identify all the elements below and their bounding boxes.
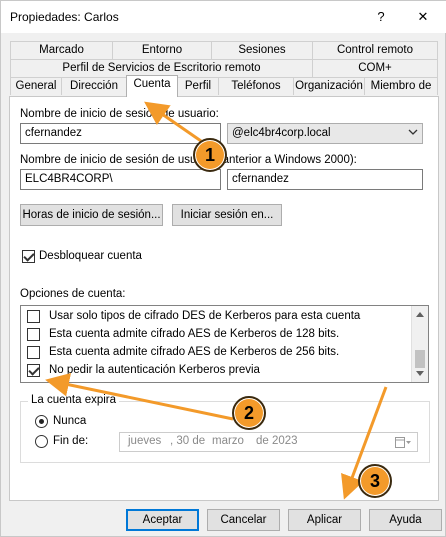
tab-com-plus[interactable]: COM+ bbox=[312, 59, 438, 77]
chevron-down-icon bbox=[408, 129, 418, 135]
logon-name-label: Nombre de inicio de sesión de usuario: bbox=[20, 108, 219, 120]
apply-button[interactable]: Aplicar bbox=[288, 509, 361, 531]
domain-select-value: @elc4br4corp.local bbox=[232, 127, 331, 139]
option-checkbox[interactable] bbox=[27, 328, 40, 341]
logon-to-button[interactable]: Iniciar sesión en... bbox=[172, 204, 282, 226]
option-label: Esta cuenta admite cifrado AES de Kerber… bbox=[49, 328, 340, 340]
pre2000-domain-field: ELC4BR4CORP\ bbox=[20, 169, 221, 190]
option-label: Esta cuenta admite cifrado AES de Kerber… bbox=[49, 346, 340, 358]
pre2000-label: Nombre de inicio de sesión de usuario (a… bbox=[20, 154, 357, 166]
account-options-list[interactable]: Usar solo tipos de cifrado DES de Kerber… bbox=[20, 305, 429, 383]
window-title: Propiedades: Carlos bbox=[10, 10, 119, 24]
expires-end-label: Fin de: bbox=[53, 435, 89, 447]
options-scrollbar[interactable] bbox=[411, 306, 428, 382]
annotation-badge-2: 2 bbox=[232, 396, 266, 430]
list-item[interactable]: Usar solo tipos de cifrado DES de Kerber… bbox=[21, 308, 411, 326]
account-options-label: Opciones de cuenta: bbox=[20, 288, 126, 300]
properties-dialog: Propiedades: Carlos ? ✕ Marcado Entorno … bbox=[0, 0, 446, 537]
date-year: de 2023 bbox=[256, 435, 298, 447]
tab-miembro-de[interactable]: Miembro de bbox=[364, 77, 438, 95]
tab-control-remoto[interactable]: Control remoto bbox=[312, 41, 438, 59]
option-label: No pedir la autenticación Kerberos previ… bbox=[49, 364, 260, 376]
option-checkbox[interactable] bbox=[27, 364, 40, 377]
help-button[interactable]: Ayuda bbox=[369, 509, 442, 531]
option-checkbox[interactable] bbox=[27, 310, 40, 323]
calendar-icon[interactable] bbox=[395, 436, 411, 449]
domain-select[interactable]: @elc4br4corp.local bbox=[227, 123, 423, 144]
annotation-badge-3: 3 bbox=[358, 464, 392, 498]
tab-marcado[interactable]: Marcado bbox=[10, 41, 113, 59]
accept-button[interactable]: Aceptar bbox=[126, 509, 199, 531]
list-item[interactable]: No pedir la autenticación Kerberos previ… bbox=[21, 362, 411, 380]
list-item[interactable]: Esta cuenta admite cifrado AES de Kerber… bbox=[21, 344, 411, 362]
scroll-down-icon[interactable] bbox=[416, 371, 424, 376]
tab-sesiones[interactable]: Sesiones bbox=[211, 41, 313, 59]
tab-cuenta[interactable]: Cuenta bbox=[126, 75, 178, 97]
logon-hours-button[interactable]: Horas de inicio de sesión... bbox=[20, 204, 163, 226]
date-month: marzo bbox=[212, 435, 244, 447]
unlock-account-label: Desbloquear cuenta bbox=[39, 250, 142, 262]
date-weekday: jueves bbox=[128, 435, 162, 447]
close-icon[interactable]: ✕ bbox=[407, 3, 439, 31]
expires-never-label: Nunca bbox=[53, 415, 87, 427]
annotation-badge-1: 1 bbox=[193, 138, 227, 172]
account-expires-title: La cuenta expira bbox=[28, 394, 120, 406]
list-item[interactable]: Esta cuenta admite cifrado AES de Kerber… bbox=[21, 326, 411, 344]
title-bar: Propiedades: Carlos ? ✕ bbox=[1, 1, 446, 33]
option-label: Usar solo tipos de cifrado DES de Kerber… bbox=[49, 310, 361, 322]
scroll-up-icon[interactable] bbox=[416, 312, 424, 317]
logon-name-input[interactable]: cfernandez bbox=[20, 123, 221, 144]
pre2000-user-input[interactable]: cfernandez bbox=[227, 169, 423, 190]
tab-telefonos[interactable]: Teléfonos bbox=[218, 77, 294, 95]
option-checkbox[interactable] bbox=[27, 346, 40, 359]
tab-general[interactable]: General bbox=[10, 77, 62, 95]
tab-entorno[interactable]: Entorno bbox=[112, 41, 212, 59]
scroll-thumb[interactable] bbox=[415, 350, 425, 368]
tab-direccion[interactable]: Dirección bbox=[61, 77, 127, 95]
cancel-button[interactable]: Cancelar bbox=[207, 509, 280, 531]
expires-end-radio[interactable] bbox=[35, 435, 48, 448]
date-day: , 30 de bbox=[170, 435, 206, 447]
tab-perfil[interactable]: Perfil bbox=[177, 77, 219, 95]
expiry-date-picker[interactable]: jueves , 30 de marzo de 2023 bbox=[119, 432, 418, 452]
unlock-account-checkbox[interactable] bbox=[22, 250, 35, 263]
expires-never-radio[interactable] bbox=[35, 415, 48, 428]
tab-organizacion[interactable]: Organización bbox=[293, 77, 365, 95]
help-icon[interactable]: ? bbox=[367, 3, 395, 31]
